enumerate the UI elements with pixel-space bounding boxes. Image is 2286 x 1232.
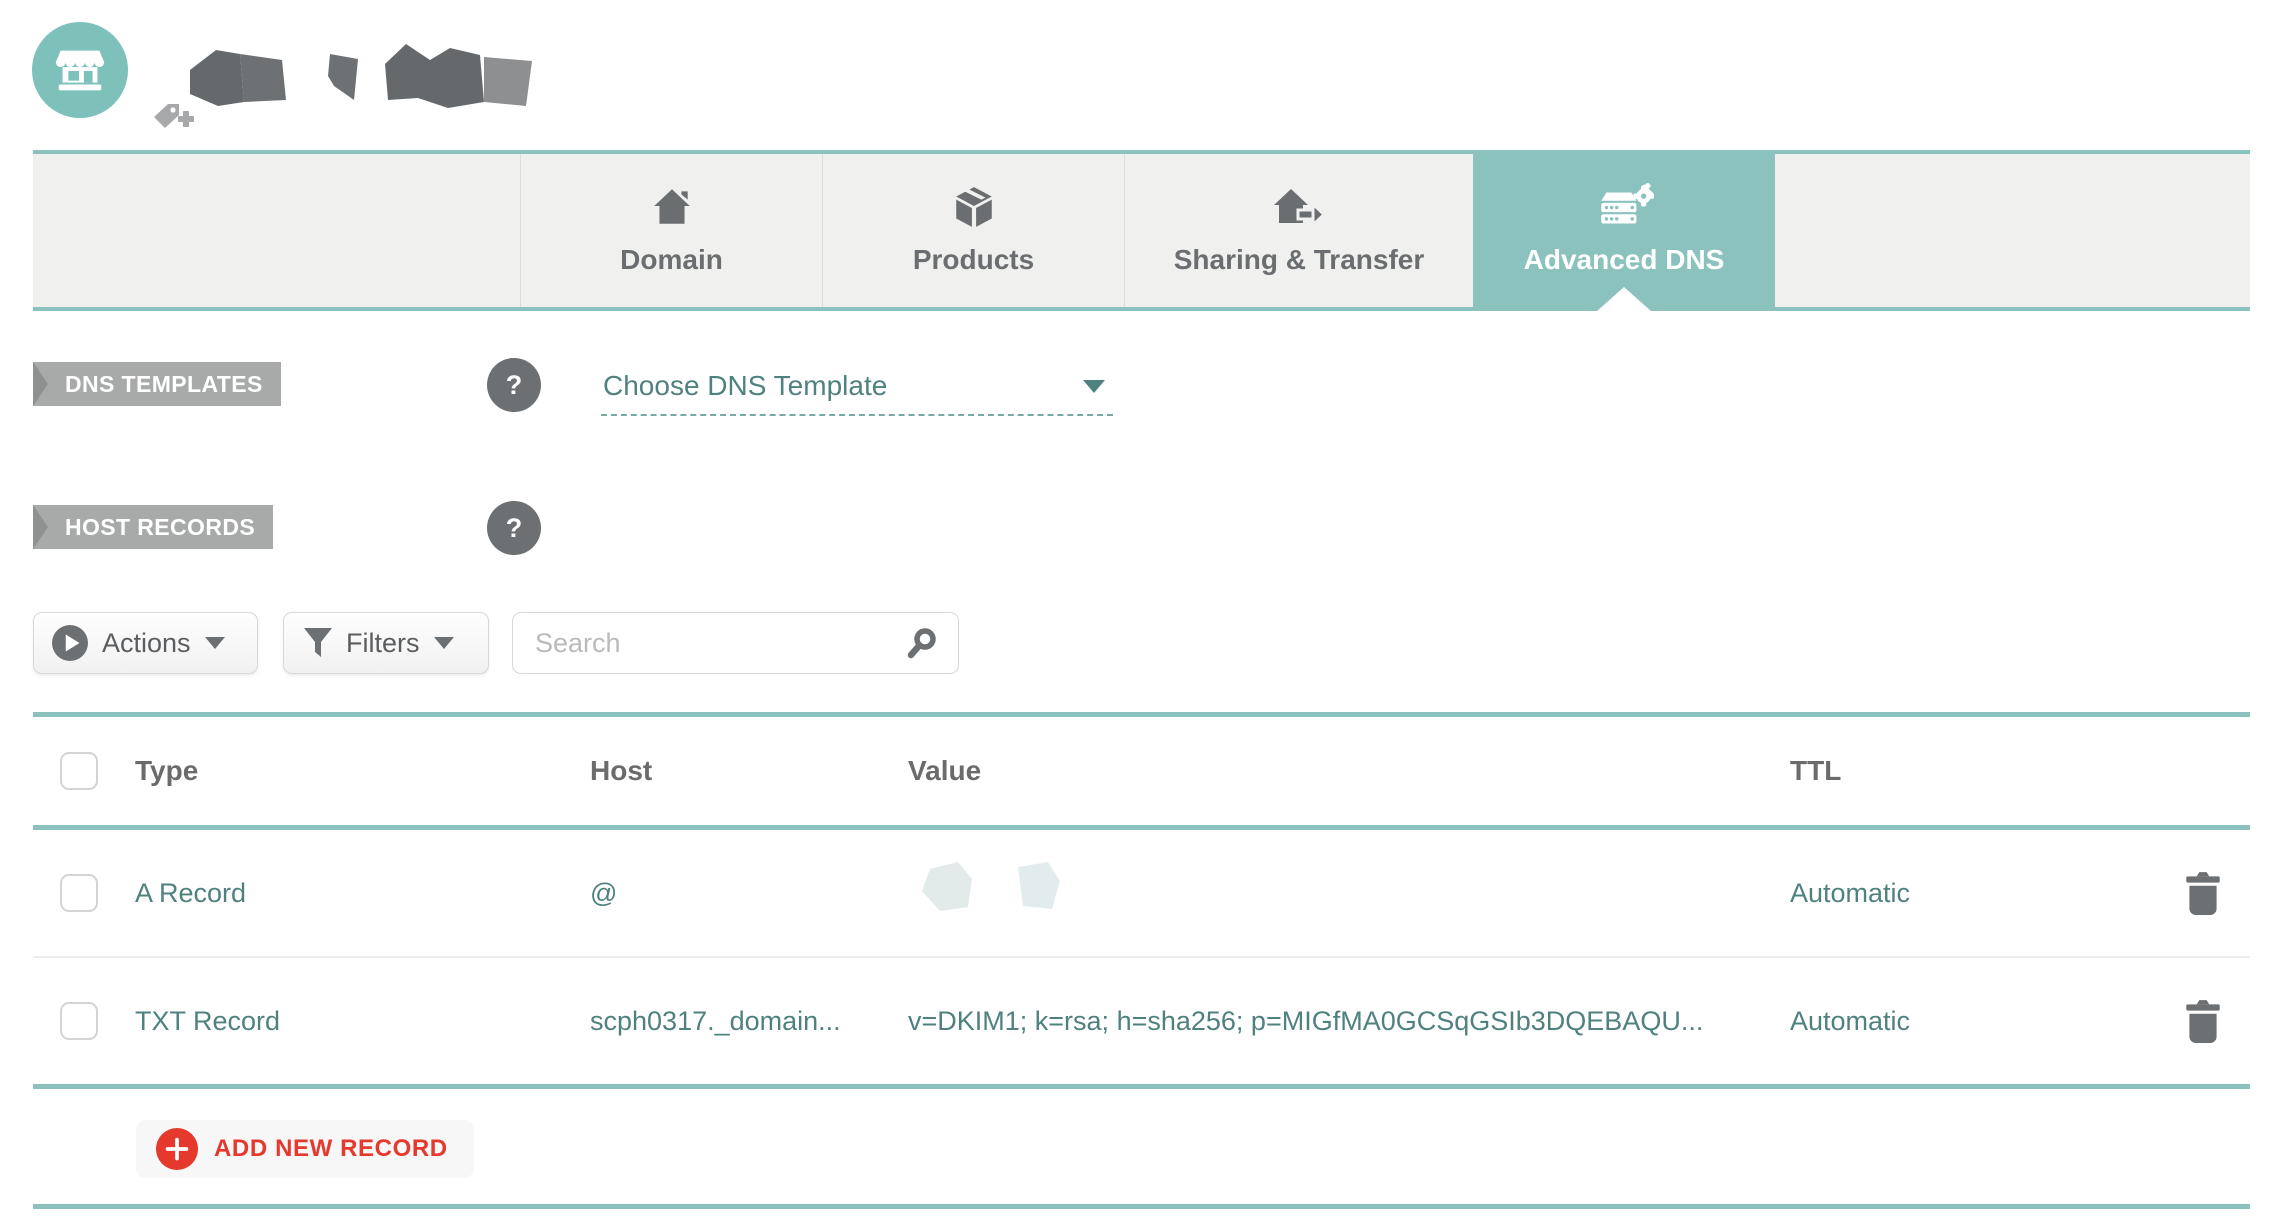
chevron-down-icon — [204, 637, 225, 649]
table-header-row: Type Host Value TTL — [33, 712, 2250, 830]
search-icon[interactable] — [906, 627, 938, 659]
tab-sharing-transfer-label: Sharing & Transfer — [1173, 244, 1425, 275]
tab-advanced-dns-label: Advanced DNS — [1523, 244, 1725, 275]
actions-button[interactable]: Actions — [33, 612, 258, 674]
redacted-record-value — [922, 861, 1060, 911]
tag-plus-icon[interactable] — [150, 100, 198, 142]
column-header-value: Value — [908, 755, 982, 786]
chevron-down-icon — [1083, 380, 1105, 393]
trash-icon — [2186, 871, 2220, 915]
record-ttl[interactable]: Automatic — [1790, 878, 2150, 909]
record-type-link[interactable]: TXT Record — [135, 1006, 590, 1037]
host-records-badge: HOST RECORDS — [33, 505, 274, 549]
search-input[interactable] — [513, 626, 906, 660]
host-records-help-icon[interactable]: ? — [487, 501, 541, 555]
dns-templates-badge: DNS TEMPLATES — [33, 362, 281, 406]
filters-label: Filters — [346, 627, 420, 658]
column-header-type: Type — [135, 755, 199, 786]
record-host[interactable]: @ — [590, 878, 908, 909]
host-records-table: Type Host Value TTL A Record @ Automatic — [33, 712, 2250, 1089]
house-icon — [649, 182, 695, 232]
actions-label: Actions — [102, 627, 191, 658]
dns-server-gear-icon — [1594, 182, 1654, 232]
select-all-checkbox[interactable] — [60, 752, 98, 790]
section-divider — [33, 1204, 2250, 1209]
chevron-down-icon — [433, 637, 454, 649]
tab-sharing-transfer[interactable]: Sharing & Transfer — [1124, 154, 1473, 307]
dns-templates-help-icon[interactable]: ? — [487, 358, 541, 412]
plus-circle-icon — [156, 1128, 198, 1170]
record-ttl[interactable]: Automatic — [1790, 1006, 2150, 1037]
tab-products-label: Products — [912, 244, 1035, 275]
redacted-domain-name — [190, 44, 532, 108]
house-transfer-icon — [1271, 182, 1327, 232]
play-circle-icon — [52, 625, 88, 661]
add-new-record-button[interactable]: ADD NEW RECORD — [136, 1120, 474, 1178]
trash-icon — [2186, 999, 2220, 1043]
choose-dns-template-dropdown[interactable]: Choose DNS Template — [601, 362, 1113, 416]
package-box-icon — [951, 182, 997, 232]
row-checkbox[interactable] — [60, 874, 98, 912]
filters-button[interactable]: Filters — [283, 612, 489, 674]
record-type-link[interactable]: A Record — [135, 878, 590, 909]
record-host[interactable]: scph0317._domain... — [590, 1006, 908, 1037]
choose-dns-template-label: Choose DNS Template — [603, 370, 888, 401]
record-value[interactable]: v=DKIM1; k=rsa; h=sha256; p=MIGfMA0GCSqG… — [908, 1006, 1790, 1037]
search-box — [512, 612, 959, 674]
tab-bar: Domain Products Sharing & Transfer Advan… — [33, 150, 2250, 311]
delete-record-button[interactable] — [2184, 997, 2222, 1046]
tab-products[interactable]: Products — [822, 154, 1124, 307]
tab-domain-label: Domain — [620, 244, 723, 275]
column-header-ttl: TTL — [1790, 755, 1842, 786]
column-header-host: Host — [590, 755, 653, 786]
tab-advanced-dns[interactable]: Advanced DNS — [1473, 150, 1775, 311]
delete-record-button[interactable] — [2184, 869, 2222, 918]
advanced-dns-page: Domain Products Sharing & Transfer Advan… — [0, 0, 2286, 1232]
row-checkbox[interactable] — [60, 1002, 98, 1040]
funnel-icon — [304, 628, 332, 657]
add-new-record-label: ADD NEW RECORD — [214, 1135, 448, 1162]
tab-domain[interactable]: Domain — [520, 154, 822, 307]
storefront-icon — [55, 50, 105, 91]
table-row: A Record @ Automatic — [33, 830, 2250, 958]
avatar[interactable] — [32, 22, 128, 118]
table-row: TXT Record scph0317._domain... v=DKIM1; … — [33, 958, 2250, 1089]
